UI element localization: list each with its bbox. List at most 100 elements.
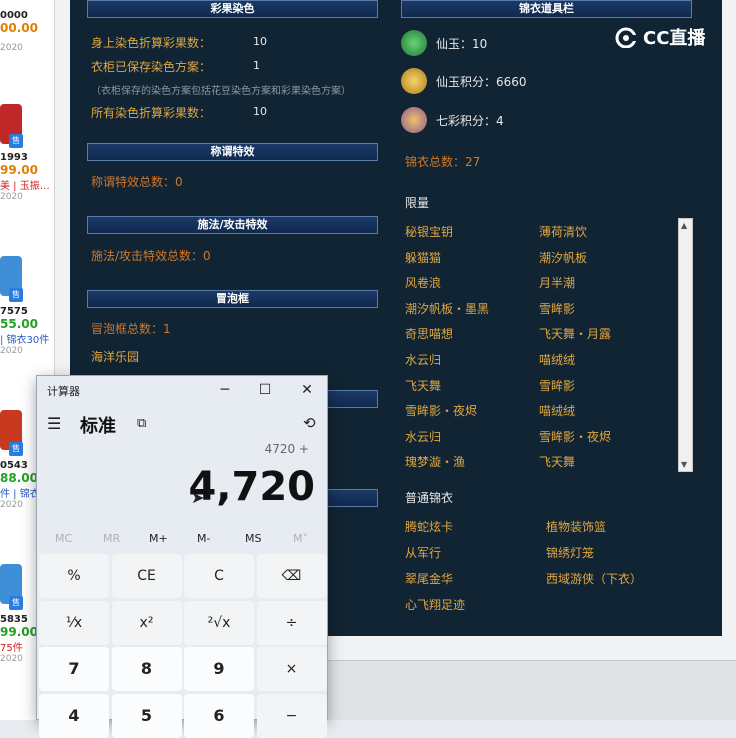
history-icon[interactable]: ⟲ [303,414,316,432]
calculator-display: 4,720 [188,464,315,510]
normal-item[interactable]: 锦绣灯笼 [546,544,594,561]
digit-4-button[interactable]: 4 [39,693,109,738]
minus-button[interactable]: − [256,693,327,738]
limited-item[interactable]: 飞天舞 [405,377,441,394]
colorful-row-label: 身上染色折算彩果数： [91,36,212,50]
scroll-up-arrow-icon[interactable]: ▲ [681,221,687,230]
colorful-row-value: 10 [253,105,267,118]
colorful-row-label: 衣柜已保存染色方案： [91,60,212,74]
normal-item[interactable]: 西域游侠（下衣） [546,570,642,587]
hamburger-menu-icon[interactable]: ☰ [47,414,61,433]
normal-title: 普通锦衣 [405,491,454,505]
limited-item[interactable]: 雪眸影 [539,300,575,317]
memory-store-button[interactable]: MS [245,532,261,545]
limited-title: 限量 [405,196,430,210]
reciprocal-button[interactable]: ⅟x [39,600,109,645]
sale-badge: 售 [9,596,23,610]
limited-item[interactable]: 瑰梦漩・渔 [405,453,465,470]
normal-item[interactable]: 植物装饰篮 [546,518,606,535]
scroll-down-arrow-icon[interactable]: ▼ [681,460,687,469]
memory-recall-button[interactable]: MR [103,532,120,545]
listing-date: 2020 [0,346,23,356]
divide-button[interactable]: ÷ [256,600,327,645]
listing-item[interactable]: 0000 00.00 2020 [0,10,55,53]
backspace-button[interactable]: ⌫ [256,554,327,598]
square-root-button[interactable]: ²√x [184,600,254,645]
logo-text: CC直播 [643,28,706,49]
listing-price: 99.00 [0,163,38,177]
normal-item[interactable]: 从军行 [405,544,441,561]
listing-item[interactable]: 1993 99.00 美 | 玉振… 2020 [0,152,55,202]
square-button[interactable]: x² [111,600,182,645]
clear-button[interactable]: C [184,554,254,598]
limited-item[interactable]: 潮汐帆板 [539,249,587,266]
percent-button[interactable]: % [39,554,109,598]
limited-item[interactable]: 雪眸影・夜烬 [405,402,477,419]
listing-link[interactable]: 美 | 玉振… [0,177,55,192]
currency-xianyu-points: 仙玉积分：6660 [436,75,527,89]
wardrobe-total: 锦衣总数：27 [405,155,481,169]
cast-effect-header: 施法/攻击特效 [87,216,378,234]
wardrobe-scrollbar[interactable]: ▲ ▼ [678,218,693,472]
normal-item[interactable]: 腾蛇炫卡 [405,518,453,535]
listing-id: 7575 [0,306,28,317]
limited-item[interactable]: 水云归 [405,351,441,368]
limited-item[interactable]: 雪眸影・夜烬 [539,428,611,445]
digit-9-button[interactable]: 9 [184,647,254,691]
xianyu-points-icon [401,68,427,94]
listing-price: 00.00 [0,21,38,35]
bubble-item: 海洋乐园 [91,350,140,364]
colorful-note: （衣柜保存的染色方案包括花豆染色方案和彩果染色方案） [91,86,351,97]
sale-badge: 售 [9,442,23,456]
memory-add-button[interactable]: M+ [149,532,168,545]
wardrobe-header: 锦衣道具栏 [401,0,692,18]
limited-item[interactable]: 雪眸影 [539,377,575,394]
listing-item[interactable]: 7575 55.00 | 锦衣30件 2020 [0,306,55,356]
cc-live-logo: CC直播 [614,24,705,50]
qicai-points-icon [401,107,427,133]
limited-item[interactable]: 飞天舞・月露 [539,325,611,342]
keep-on-top-icon[interactable]: ⧉ [137,416,146,431]
limited-item[interactable]: 秘银宝钥 [405,223,453,240]
cc-logo-icon [615,27,640,48]
memory-list-button[interactable]: M˅ [293,532,308,545]
cast-effect-total: 施法/攻击特效总数：0 [91,249,211,263]
digit-7-button[interactable]: 7 [39,647,109,691]
limited-item[interactable]: 风卷浪 [405,274,441,291]
listing-link[interactable]: | 锦衣30件 [0,331,55,346]
limited-item[interactable]: 躲猫猫 [405,249,441,266]
memory-subtract-button[interactable]: M- [197,532,210,545]
maximize-button[interactable]: ☐ [245,378,285,402]
multiply-button[interactable]: × [256,647,327,691]
colorful-header: 彩果染色 [87,0,378,18]
colorful-row-label: 所有染色折算彩果数： [91,106,212,120]
limited-item[interactable]: 潮汐帆板・墨黑 [405,300,489,317]
title-effect-header: 称谓特效 [87,143,378,161]
limited-item[interactable]: 月半潮 [539,274,575,291]
currency-xianyu: 仙玉：10 [436,37,488,51]
listing-price: 55.00 [0,317,38,331]
normal-item[interactable]: 心飞翔足迹 [405,596,465,613]
limited-item[interactable]: 薄荷清饮 [539,223,587,240]
limited-item[interactable]: 飞天舞 [539,453,575,470]
mouse-cursor-icon: ➤ [191,488,205,507]
close-button[interactable]: ✕ [287,378,327,402]
listing-id: 1993 [0,152,28,163]
minimize-button[interactable]: ─ [205,378,245,402]
title-effect-total: 称谓特效总数：0 [91,175,183,189]
digit-8-button[interactable]: 8 [111,647,182,691]
clear-entry-button[interactable]: CE [111,554,182,598]
calculator-mode: 标准 [80,416,116,437]
listing-id: 0000 [0,10,28,21]
calculator-window[interactable]: 计算器 ─ ☐ ✕ ☰ 标准 ⧉ ⟲ 4720 + 4,720 ➤ MC MR … [36,375,328,738]
limited-item[interactable]: 喵绒绒 [539,351,575,368]
limited-item[interactable]: 水云归 [405,428,441,445]
limited-item[interactable]: 喵绒绒 [539,402,575,419]
memory-clear-button[interactable]: MC [55,532,72,545]
digit-6-button[interactable]: 6 [184,693,254,738]
listing-date: 2020 [0,43,23,53]
limited-item[interactable]: 奇思喵想 [405,325,453,342]
digit-5-button[interactable]: 5 [111,693,182,738]
normal-item[interactable]: 翠尾金华 [405,570,453,587]
listing-date: 2020 [0,192,23,202]
